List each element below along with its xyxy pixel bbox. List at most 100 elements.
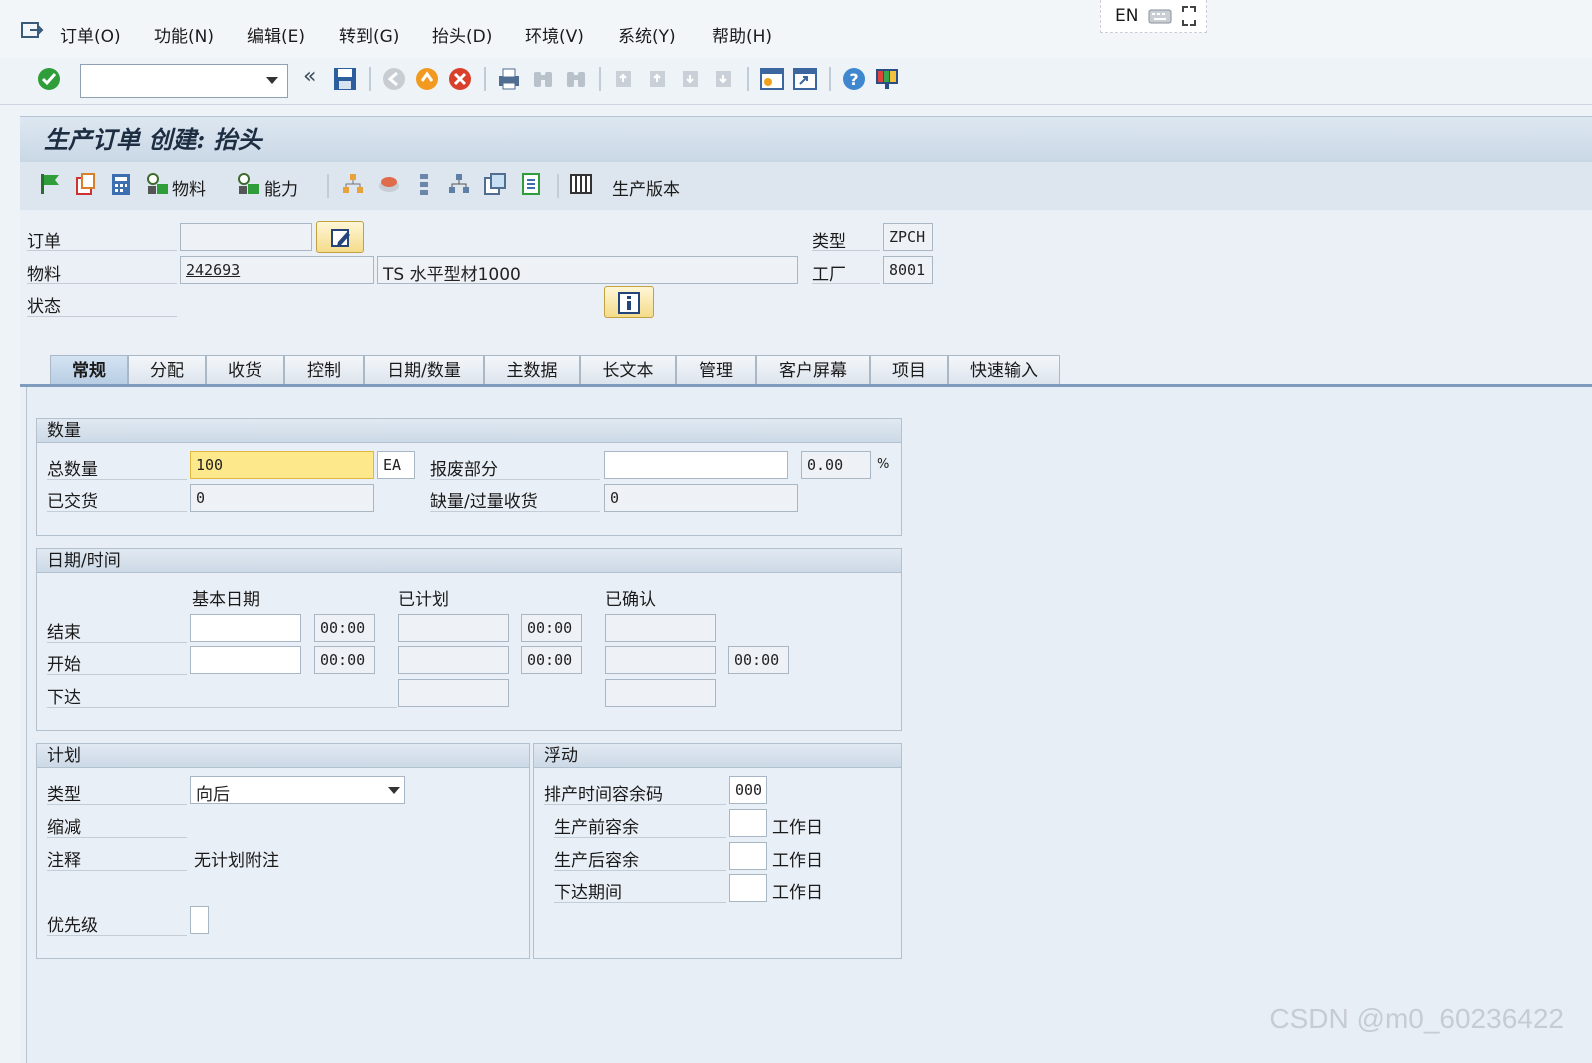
tab-administration[interactable]: 管理 [676,355,756,385]
tab-control[interactable]: 控制 [284,355,364,385]
confirmed-start-time-field[interactable]: 00:00 [728,646,789,674]
new-session-icon[interactable] [759,66,785,92]
documents-icon[interactable] [483,172,507,196]
tab-customer-screen[interactable]: 客户屏幕 [756,355,870,385]
planned-start-time-field[interactable]: 00:00 [521,646,582,674]
start-label: 开始 [47,655,81,675]
note-value: 无计划附注 [194,851,279,871]
basic-end-time-field[interactable]: 00:00 [314,614,375,642]
structure-icon[interactable] [447,172,471,196]
menu-exit-icon[interactable] [20,20,44,42]
planned-end-date-field[interactable] [398,614,509,642]
list-doc-icon[interactable] [519,172,543,196]
tab-long-text[interactable]: 长文本 [580,355,676,385]
print-icon[interactable] [496,66,522,92]
order-copy-icon[interactable] [73,172,97,196]
tab-dates-quantities[interactable]: 日期/数量 [364,355,484,385]
column-grid-icon[interactable] [569,172,593,196]
tab-master-data[interactable]: 主数据 [484,355,580,385]
enter-check-icon[interactable] [36,66,62,92]
float-after-field[interactable] [729,842,767,870]
menu-goto[interactable]: 转到(G) [339,22,399,47]
find-icon[interactable] [530,66,556,92]
first-page-icon[interactable] [611,66,637,92]
pencil-edit-icon [331,229,350,247]
tab-quick-entry[interactable]: 快速输入 [948,355,1060,385]
confirmed-start-date-field[interactable] [605,646,716,674]
status-label: 状态 [27,297,61,317]
scheduling-type-chevron-down-icon[interactable] [388,787,400,794]
routing-icon[interactable] [412,172,436,196]
order-type-field[interactable]: ZPCH [883,223,933,251]
material-icon[interactable] [145,172,171,196]
material-button[interactable]: 物料 [172,175,206,200]
menu-environment[interactable]: 环境(V) [525,22,584,47]
priority-field[interactable] [190,906,209,934]
capacity-button[interactable]: 能力 [264,175,298,200]
basic-start-time-field[interactable]: 00:00 [314,646,375,674]
tab-item[interactable]: 项目 [870,355,948,385]
shortcut-icon[interactable] [792,66,818,92]
last-page-icon[interactable] [711,66,737,92]
menu-function[interactable]: 功能(N) [154,22,214,47]
back-icon[interactable] [381,66,407,92]
stack-icon[interactable] [377,172,401,196]
keyboard-icon[interactable] [1148,7,1172,25]
prod-version-button[interactable]: 生产版本 [612,175,680,200]
planned-start-date-field[interactable] [398,646,509,674]
capacity-icon[interactable] [236,172,262,196]
prev-page-icon[interactable] [645,66,671,92]
float-group-title: 浮动 [534,744,901,768]
basic-date-header: 基本日期 [192,590,260,610]
edit-order-button[interactable] [316,221,364,253]
help-icon[interactable]: ? [841,66,867,92]
confirmed-release-date-field[interactable] [605,679,716,707]
command-field[interactable] [80,64,288,98]
hierarchy-icon[interactable] [341,172,365,196]
tab-goods-receipt[interactable]: 收货 [206,355,284,385]
total-quantity-field[interactable]: 100 [190,451,374,479]
save-icon[interactable] [332,66,358,92]
tab-general[interactable]: 常规 [50,355,128,385]
release-period-field[interactable] [729,874,767,902]
order-field[interactable] [180,223,312,251]
plant-field[interactable]: 8001 [883,256,933,284]
menu-edit[interactable]: 编辑(E) [247,22,305,47]
calculator-icon[interactable] [109,172,133,196]
float-before-field[interactable] [729,809,767,837]
planned-release-date-field[interactable] [398,679,509,707]
find-next-icon[interactable] [563,66,589,92]
fullscreen-icon[interactable] [1181,5,1197,27]
menu-system[interactable]: 系统(Y) [618,22,676,47]
plant-label: 工厂 [812,265,846,285]
flag-icon[interactable] [38,172,62,196]
tab-assignment[interactable]: 分配 [128,355,206,385]
scrap-percent-field[interactable]: 0.00 [801,451,871,479]
exit-icon[interactable] [414,66,440,92]
sched-margin-field[interactable]: 000 [729,776,767,804]
chevron-down-icon[interactable] [266,77,278,84]
next-page-icon[interactable] [678,66,704,92]
scheduling-type-select[interactable]: 向后 [190,776,405,804]
menu-header[interactable]: 抬头(D) [432,22,492,47]
material-field[interactable]: 242693 [180,256,374,284]
menu-order[interactable]: 订单(O) [60,22,121,47]
info-icon [618,292,640,314]
status-info-button[interactable] [604,286,654,318]
delivered-field[interactable]: 0 [190,484,374,512]
short-over-receipt-label: 缺量/过量收货 [430,492,538,512]
collapse-chevron-icon[interactable]: « [303,64,316,89]
basic-start-date-field[interactable] [190,646,301,674]
basic-end-date-field[interactable] [190,614,301,642]
planning-group-title: 计划 [37,744,529,768]
quantity-group-title: 数量 [37,419,901,443]
customize-layout-icon[interactable] [874,66,900,92]
language-indicator[interactable]: EN [1115,6,1138,26]
short-over-receipt-field[interactable]: 0 [604,484,798,512]
unit-field[interactable]: EA [377,451,415,479]
cancel-icon[interactable] [447,66,473,92]
confirmed-end-date-field[interactable] [605,614,716,642]
menu-help[interactable]: 帮助(H) [712,22,772,47]
planned-end-time-field[interactable]: 00:00 [521,614,582,642]
scrap-field[interactable] [604,451,788,479]
